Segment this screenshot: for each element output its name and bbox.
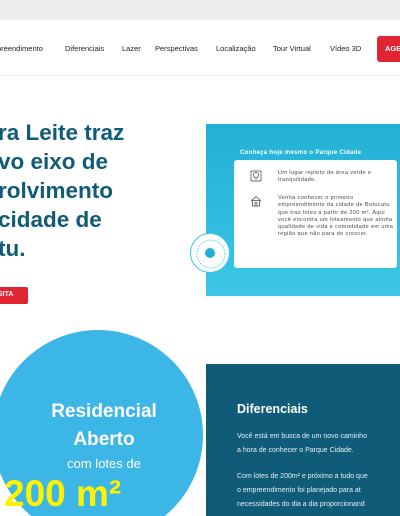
nav-item-empreendimento[interactable]: preendimento bbox=[0, 44, 43, 53]
schedule-visit-button[interactable]: AGE bbox=[377, 36, 400, 62]
hero-visit-button[interactable]: SITA bbox=[0, 287, 28, 304]
promo-point-1: Um lugar repleto de área verde e tranqui… bbox=[278, 170, 372, 184]
parque-cidade-seal-icon bbox=[190, 233, 230, 273]
nav-item-localizacao[interactable]: Localização bbox=[216, 44, 256, 53]
diferenciais-text: necessidades do dia a dia proporcionand bbox=[237, 501, 365, 508]
tree-icon bbox=[250, 170, 262, 182]
promo-heading: Conheça hoje mesmo o Parque Cidade bbox=[240, 150, 362, 156]
diferenciais-section: Diferenciais Você está em busca de um no… bbox=[206, 364, 400, 516]
promo-card: Conheça hoje mesmo o Parque Cidade Um lu… bbox=[206, 124, 400, 296]
hero-title: ra Leite traz vo eixo de rolvimento cida… bbox=[0, 118, 198, 263]
diferenciais-text: Você está em busca de um novo caminho bbox=[237, 433, 367, 440]
diferenciais-text: a hora de conhecer o Parque Cidade. bbox=[237, 447, 354, 454]
feature-circle-line3: com lotes de bbox=[67, 456, 141, 471]
feature-circle: Residencial Aberto com lotes de 200 m² bbox=[0, 330, 206, 516]
feature-circle-line2: Aberto bbox=[73, 429, 135, 450]
nav-item-lazer[interactable]: Lazer bbox=[122, 44, 141, 53]
diferenciais-text: Com lotes de 200m² e próximo a tudo que bbox=[237, 473, 368, 480]
hero-title-line: tu. bbox=[0, 236, 26, 261]
feature-circle-line1: Residencial bbox=[51, 401, 157, 422]
hero-title-line: rolvimento bbox=[0, 178, 114, 203]
house-icon bbox=[250, 195, 262, 207]
diferenciais-title: Diferenciais bbox=[237, 402, 308, 416]
hero-title-line: vo eixo de bbox=[0, 149, 109, 174]
nav-item-tour-virtual[interactable]: Tour Virtual bbox=[273, 44, 311, 53]
nav-item-video-3d[interactable]: Vídeo 3D bbox=[330, 44, 361, 53]
promo-point-2: Venha conhecer o primeiro empreendimento… bbox=[278, 195, 394, 238]
top-strip bbox=[0, 0, 400, 20]
nav-item-perspectivas[interactable]: Perspectivas bbox=[155, 44, 198, 53]
hero-title-line: cidade de bbox=[0, 207, 102, 232]
nav-item-diferenciais[interactable]: Diferenciais bbox=[65, 44, 104, 53]
seal-core bbox=[205, 248, 215, 258]
diferenciais-text: o empreendimento foi planejado para at bbox=[237, 487, 361, 494]
main-navbar: preendimento Diferenciais Lazer Perspect… bbox=[0, 20, 400, 76]
feature-circle-area: 200 m² bbox=[4, 473, 122, 514]
promo-inner-box: Um lugar repleto de área verde e tranqui… bbox=[234, 160, 397, 268]
hero-title-line: ra Leite traz bbox=[0, 120, 125, 145]
